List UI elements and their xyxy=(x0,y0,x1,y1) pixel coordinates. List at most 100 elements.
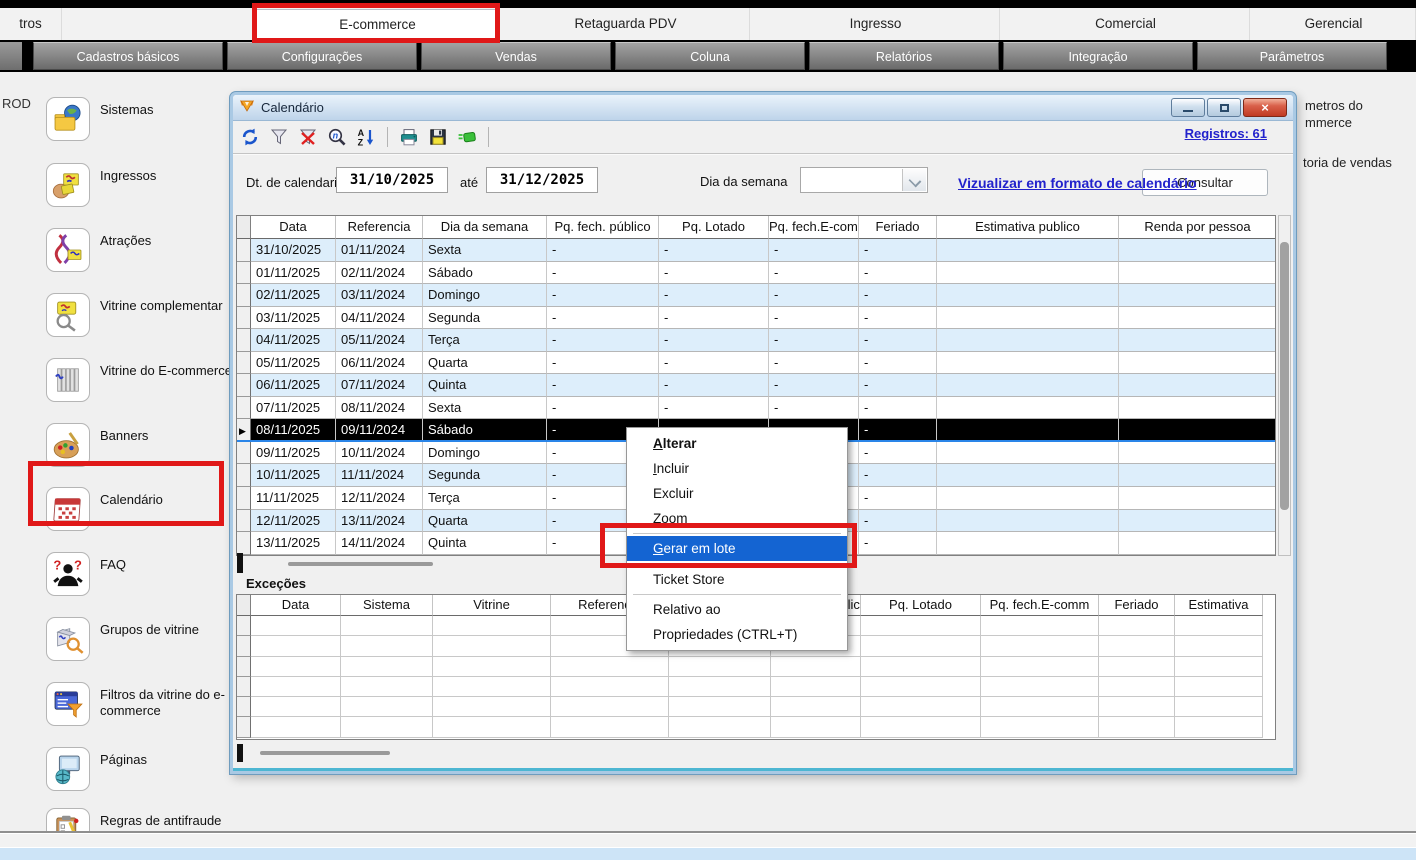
ingressos-icon xyxy=(46,163,90,207)
row-indicator[interactable] xyxy=(237,284,251,307)
context-menu-item-propriedades-ctrl-t[interactable]: Propriedades (CTRL+T) xyxy=(627,622,847,647)
row-indicator[interactable] xyxy=(237,677,251,697)
cell: - xyxy=(547,262,659,285)
tab-retaguarda-pdv[interactable]: Retaguarda PDV xyxy=(502,8,750,40)
main-tab-bar: tros E-commerceRetaguarda PDVIngressoCome… xyxy=(0,8,1416,40)
sort-az-icon[interactable]: AZ xyxy=(356,127,376,147)
tab-tros[interactable]: tros xyxy=(0,8,62,40)
row-indicator[interactable] xyxy=(237,636,251,656)
vertical-scrollbar-thumb[interactable] xyxy=(1280,242,1289,510)
menu-button-parametros[interactable]: Parâmetros xyxy=(1197,42,1387,70)
sidebar-item-grupos-de-vitrine[interactable]: Grupos de vitrine xyxy=(46,617,246,661)
sidebar-item-paginas[interactable]: Páginas xyxy=(46,747,246,791)
weekday-select[interactable] xyxy=(800,167,928,193)
table-row[interactable]: 06/11/202507/11/2024Quinta---- xyxy=(237,374,1275,397)
sidebar-item-ingressos[interactable]: Ingressos xyxy=(46,163,246,207)
sidebar-item-calendario[interactable]: Calendário xyxy=(46,487,246,531)
tab-gerencial[interactable]: Gerencial xyxy=(1252,8,1416,40)
clear-filter-icon[interactable] xyxy=(298,127,318,147)
sidebar-item-filtros-da-vitrine-do-e-commerce[interactable]: Filtros da vitrine do e-commerce xyxy=(46,682,246,726)
context-menu-item-gerar-em-lote[interactable]: Gerar em lote xyxy=(627,536,847,561)
exceptions-empty-row[interactable] xyxy=(237,717,1275,737)
sidebar-item-label: Vitrine complementar xyxy=(100,293,240,337)
sidebar-item-sistemas[interactable]: Sistemas xyxy=(46,97,246,141)
row-indicator[interactable] xyxy=(237,464,251,487)
row-indicator[interactable] xyxy=(237,307,251,330)
window-titlebar[interactable]: Calendário × xyxy=(233,95,1293,121)
export-icon[interactable] xyxy=(457,127,477,147)
row-indicator[interactable] xyxy=(237,510,251,533)
minimize-button[interactable] xyxy=(1171,98,1205,117)
close-button[interactable]: × xyxy=(1243,98,1287,117)
sidebar-item-vitrine-complementar[interactable]: Vitrine complementar xyxy=(46,293,246,337)
menu-button-relatorios[interactable]: Relatórios xyxy=(809,42,999,70)
context-menu-item-relativo-ao[interactable]: Relativo ao xyxy=(627,597,847,622)
zoom-records-icon[interactable]: n xyxy=(327,127,347,147)
refresh-icon[interactable] xyxy=(240,127,260,147)
context-menu-item-alterar[interactable]: Alterar xyxy=(627,431,847,456)
row-indicator[interactable] xyxy=(237,532,251,555)
vitrine-complementar-icon xyxy=(46,293,90,337)
chevron-down-icon[interactable] xyxy=(902,169,926,191)
cell xyxy=(251,677,341,697)
cell xyxy=(1175,677,1263,697)
cell: 02/11/2024 xyxy=(336,262,423,285)
table-row[interactable]: 03/11/202504/11/2024Segunda---- xyxy=(237,307,1275,330)
sidebar-item-faq[interactable]: ??FAQ xyxy=(46,552,246,596)
print-icon[interactable] xyxy=(399,127,419,147)
row-indicator[interactable] xyxy=(237,239,251,262)
maximize-button[interactable] xyxy=(1207,98,1241,117)
horizontal-scrollbar[interactable] xyxy=(288,562,433,566)
row-indicator[interactable] xyxy=(237,329,251,352)
date-to-input[interactable] xyxy=(486,167,598,193)
context-menu-item-ticket-store[interactable]: Ticket Store xyxy=(627,567,847,592)
cell xyxy=(1119,239,1276,262)
exceptions-column-header-estimativa: Estimativa xyxy=(1175,595,1263,616)
cell: - xyxy=(859,464,937,487)
menu-button-coluna[interactable]: Coluna xyxy=(615,42,805,70)
filter-icon[interactable] xyxy=(269,127,289,147)
table-row[interactable]: 01/11/202502/11/2024Sábado---- xyxy=(237,262,1275,285)
row-indicator[interactable] xyxy=(237,487,251,510)
exceptions-horizontal-scrollbar[interactable] xyxy=(260,751,390,755)
table-row[interactable]: 04/11/202505/11/2024Terça---- xyxy=(237,329,1275,352)
toolbar-separator xyxy=(387,127,388,147)
table-row[interactable]: 02/11/202503/11/2024Domingo---- xyxy=(237,284,1275,307)
cell: Terça xyxy=(423,329,547,352)
sidebar-item-banners[interactable]: Banners xyxy=(46,423,246,467)
table-row[interactable]: 07/11/202508/11/2024Sexta---- xyxy=(237,397,1275,420)
sidebar-item-atracoes[interactable]: Atrações xyxy=(46,228,246,272)
row-indicator[interactable] xyxy=(237,262,251,285)
registros-link[interactable]: Registros: 61 xyxy=(1185,126,1267,141)
context-menu-item-excluir[interactable]: Excluir xyxy=(627,481,847,506)
menu-button-cadastros-basicos[interactable]: Cadastros básicos xyxy=(33,42,223,70)
view-calendar-format-link[interactable]: Vizualizar em formato de calendário xyxy=(958,175,1197,191)
row-indicator[interactable] xyxy=(237,717,251,737)
menu-button-integracao[interactable]: Integração xyxy=(1003,42,1193,70)
row-indicator[interactable] xyxy=(237,442,251,465)
row-indicator[interactable] xyxy=(237,397,251,420)
context-menu-item-incluir[interactable]: Incluir xyxy=(627,456,847,481)
date-from-input[interactable] xyxy=(336,167,448,193)
row-indicator[interactable] xyxy=(237,352,251,375)
cell xyxy=(1099,697,1175,717)
tab-ingresso[interactable]: Ingresso xyxy=(752,8,1000,40)
table-row[interactable]: 31/10/202501/11/2024Sexta---- xyxy=(237,239,1275,262)
row-indicator[interactable] xyxy=(237,657,251,677)
tab-comercial[interactable]: Comercial xyxy=(1002,8,1250,40)
row-indicator[interactable]: ▶ xyxy=(237,419,251,440)
exceptions-empty-row[interactable] xyxy=(237,697,1275,717)
vertical-scrollbar[interactable] xyxy=(1278,215,1291,556)
row-indicator[interactable] xyxy=(237,374,251,397)
table-row[interactable]: 05/11/202506/11/2024Quarta---- xyxy=(237,352,1275,375)
context-menu-item-zoom[interactable]: Zoom xyxy=(627,506,847,531)
row-indicator[interactable] xyxy=(237,616,251,636)
exceptions-empty-row[interactable] xyxy=(237,657,1275,677)
menu-button-configuracoes[interactable]: Configurações xyxy=(227,42,417,70)
menu-button-vendas[interactable]: Vendas xyxy=(421,42,611,70)
row-indicator[interactable] xyxy=(237,697,251,717)
save-icon[interactable] xyxy=(428,127,448,147)
sidebar-item-vitrine-do-e-commerce[interactable]: Vitrine do E-commerce xyxy=(46,358,246,402)
tab-e-commerce[interactable]: E-commerce xyxy=(255,9,500,40)
exceptions-empty-row[interactable] xyxy=(237,677,1275,697)
